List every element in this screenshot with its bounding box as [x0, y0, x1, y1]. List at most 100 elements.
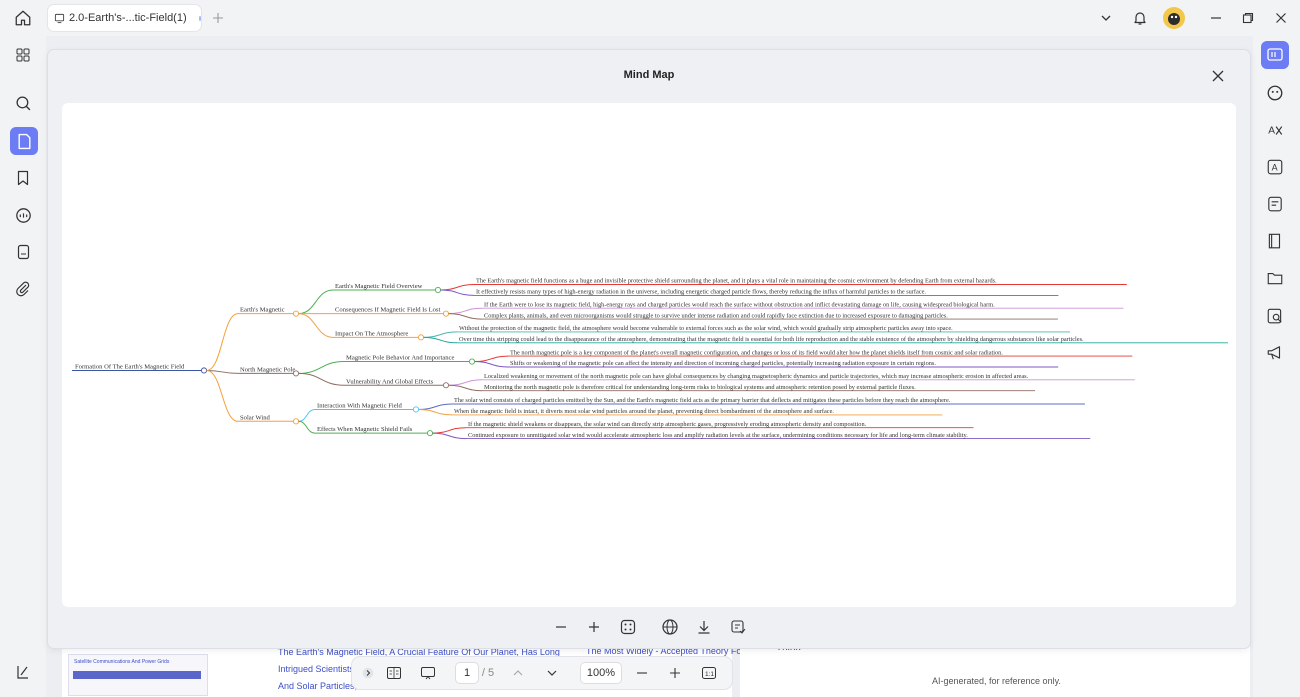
grid-icon[interactable] — [9, 41, 37, 69]
child-node[interactable]: Interaction With Magnetic Field — [317, 402, 402, 409]
branch-connector — [206, 313, 239, 371]
zoom-out-icon[interactable] — [549, 615, 573, 639]
new-tab-icon[interactable] — [208, 8, 228, 28]
leaf-connector — [423, 336, 458, 344]
ocr-icon[interactable]: A — [1261, 116, 1289, 144]
leaf-node[interactable]: Without the protection of the magnetic f… — [459, 325, 953, 332]
branch-dot[interactable] — [292, 310, 300, 317]
left-sidebar — [0, 36, 46, 697]
leaf-node[interactable]: Complex plants, animals, and even microo… — [484, 312, 948, 319]
leaf-node[interactable]: The north magnetic pole is a key compone… — [510, 349, 1003, 356]
actual-size-icon[interactable]: 1:1 — [700, 663, 718, 683]
child-dot[interactable] — [412, 406, 420, 413]
search-document-icon[interactable] — [1261, 302, 1289, 330]
thumbnail-title: Satellite Communications And Power Grids — [74, 659, 170, 665]
translate-icon[interactable]: A — [1261, 153, 1289, 181]
leaf-connector — [440, 289, 475, 296]
copy-to-note-icon[interactable] — [726, 615, 750, 639]
total-pages: / 5 — [481, 667, 495, 679]
leaf-node[interactable]: The Earth's magnetic field functions as … — [476, 278, 997, 285]
megaphone-icon[interactable] — [1261, 339, 1289, 367]
child-dot[interactable] — [434, 286, 442, 293]
child-connector — [298, 420, 316, 434]
summary-icon[interactable] — [1261, 190, 1289, 218]
restore-icon[interactable] — [1238, 8, 1258, 28]
mind-map-canvas[interactable]: Formation Of The Earth's Magnetic Field E… — [62, 103, 1236, 607]
zoom-in-icon[interactable] — [667, 663, 683, 683]
child-dot[interactable] — [442, 382, 450, 389]
leaf-connector — [418, 408, 453, 416]
leaf-node[interactable]: If the magnetic shield weakens or disapp… — [468, 421, 867, 428]
leaf-node[interactable]: The solar wind consists of charged parti… — [454, 397, 951, 404]
home-icon[interactable] — [12, 8, 34, 28]
child-dot[interactable] — [417, 334, 425, 341]
document-tab[interactable]: 2.0-Earth's-...tic-Field(1) — [48, 5, 201, 31]
leaf-connector — [448, 307, 483, 315]
reading-mode-icon[interactable] — [384, 663, 404, 683]
pages-icon[interactable] — [10, 127, 38, 155]
mind-map-graph[interactable]: Formation Of The Earth's Magnetic Field E… — [62, 103, 1236, 607]
root-node[interactable]: Formation Of The Earth's Magnetic Field — [75, 363, 185, 370]
leaf-node[interactable]: Monitoring the north magnetic pole is th… — [484, 384, 916, 391]
chevron-down-icon[interactable] — [1096, 8, 1116, 28]
leaf-node[interactable]: When the magnetic field is intact, it di… — [454, 408, 834, 415]
folder-export-icon[interactable] — [1261, 264, 1289, 292]
page-thumbnail[interactable]: Satellite Communications And Power Grids — [68, 654, 208, 696]
presentation-icon[interactable] — [418, 663, 438, 683]
leaf-connector — [423, 331, 458, 338]
search-icon[interactable] — [9, 89, 37, 117]
layers-icon[interactable] — [9, 658, 37, 686]
comment-icon[interactable] — [9, 201, 37, 229]
unsaved-dot — [198, 15, 201, 21]
child-node[interactable]: Consequences If Magnetic Field Is Lost — [335, 307, 440, 314]
zoom-in-icon[interactable] — [582, 615, 606, 639]
zoom-level-input[interactable]: 100% — [581, 663, 621, 683]
mind-map-toolbar — [48, 615, 1250, 639]
branch-node[interactable]: Solar Wind — [240, 414, 271, 421]
child-node[interactable]: Effects When Magnetic Shield Fails — [317, 426, 413, 433]
leaf-connector — [448, 313, 483, 320]
avatar[interactable] — [1163, 7, 1185, 29]
zoom-out-icon[interactable] — [634, 663, 650, 683]
child-dot[interactable] — [468, 358, 476, 365]
bell-icon[interactable] — [1130, 7, 1150, 29]
minimize-icon[interactable] — [1206, 8, 1226, 28]
root-dot[interactable] — [200, 367, 208, 374]
globe-icon[interactable] — [658, 615, 682, 639]
leaf-connector — [432, 427, 467, 434]
branch-node[interactable]: North Magnetic Pole — [240, 366, 295, 373]
page-toolbar: 1 / 5 100% 1:1 — [352, 657, 732, 689]
branch-dot[interactable] — [292, 418, 300, 425]
ai-assistant-icon[interactable] — [1261, 41, 1289, 69]
leaf-connector — [448, 384, 483, 392]
leaf-node[interactable]: Over time this stripping could lead to t… — [459, 336, 1084, 343]
attachment-icon[interactable] — [9, 275, 37, 303]
download-icon[interactable] — [692, 615, 716, 639]
leaf-node[interactable]: It effectively resists many types of hig… — [476, 289, 926, 296]
page-number-input[interactable]: 1 — [456, 663, 478, 683]
child-dot[interactable] — [426, 430, 434, 437]
leaf-node[interactable]: Shifts or weakening of the magnetic pole… — [510, 360, 936, 367]
chevron-down-icon[interactable] — [544, 663, 560, 683]
child-node[interactable]: Magnetic Pole Behavior And Importance — [346, 355, 454, 362]
leaf-node[interactable]: Continued exposure to unmitigated solar … — [468, 432, 968, 439]
stamp-icon[interactable] — [9, 238, 37, 266]
child-connector — [298, 361, 345, 374]
leaf-node[interactable]: Localized weakening or movement of the n… — [484, 373, 1029, 380]
child-dot[interactable] — [442, 310, 450, 317]
book-icon[interactable] — [1261, 227, 1289, 255]
bookmark-icon[interactable] — [9, 164, 37, 192]
chevron-up-icon[interactable] — [510, 663, 526, 683]
close-icon[interactable] — [1209, 67, 1227, 85]
close-window-icon[interactable] — [1271, 8, 1291, 28]
branch-node[interactable]: Earth's Magnetic — [240, 307, 285, 314]
chat-bot-icon[interactable] — [1261, 79, 1289, 107]
expand-arrow-icon[interactable] — [360, 663, 376, 683]
child-node[interactable]: Earth's Magnetic Field Overview — [335, 283, 423, 290]
child-node[interactable]: Vulnerability And Global Effects — [346, 378, 434, 385]
leaf-node[interactable]: If the Earth were to lose its magnetic f… — [484, 301, 995, 308]
branch-dot[interactable] — [292, 370, 300, 377]
fit-view-icon[interactable] — [616, 615, 640, 639]
branch-connector — [206, 369, 239, 422]
child-node[interactable]: Impact On The Atmosphere — [335, 330, 408, 337]
